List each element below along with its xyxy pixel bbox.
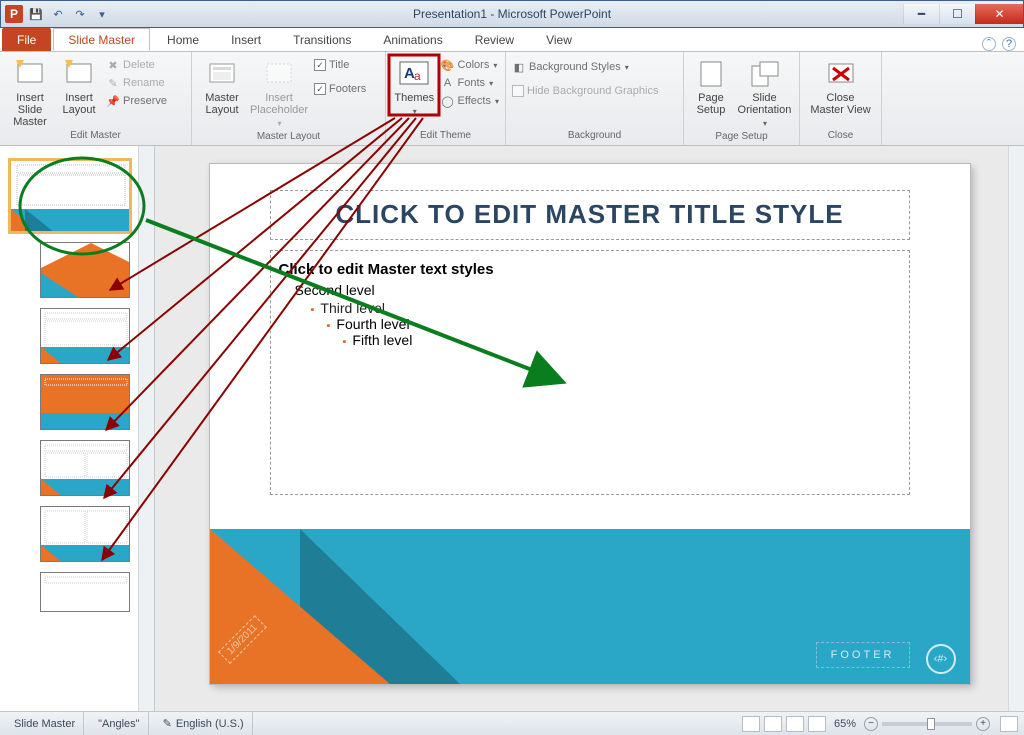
insert-layout-icon: [63, 58, 95, 90]
tab-review[interactable]: Review: [460, 28, 529, 51]
group-edit-master: Insert Slide Master Insert Layout ✖Delet…: [0, 52, 192, 145]
slide-theme-decoration: 1/9/2011 FOOTER ‹#›: [210, 529, 970, 684]
content-placeholder[interactable]: Click to edit Master text styles Second …: [270, 250, 910, 495]
colors-button[interactable]: 🎨Colors▾: [441, 56, 499, 74]
layout-thumbnail[interactable]: [40, 242, 130, 298]
page-setup-button[interactable]: Page Setup: [690, 54, 732, 116]
colors-icon: 🎨: [441, 58, 455, 72]
effects-icon: ◯: [441, 94, 455, 108]
fonts-button[interactable]: AFonts▾: [441, 74, 499, 92]
delete-icon: ✖: [106, 58, 120, 72]
insert-placeholder-icon: [263, 58, 295, 90]
tab-view[interactable]: View: [531, 28, 587, 51]
thumbnail-pane[interactable]: [0, 146, 155, 711]
zoom-in-button[interactable]: +: [976, 717, 990, 731]
title-placeholder[interactable]: CLICK TO EDIT MASTER TITLE STYLE: [270, 190, 910, 240]
insert-slide-master-icon: [14, 58, 46, 90]
zoom-out-button[interactable]: −: [864, 717, 878, 731]
slide-editor[interactable]: CLICK TO EDIT MASTER TITLE STYLE Click t…: [155, 146, 1024, 711]
master-layout-icon: [206, 58, 238, 90]
minimize-button[interactable]: ━: [903, 4, 939, 24]
qat-redo-icon[interactable]: ↷: [71, 6, 89, 22]
spellcheck-icon: ✎: [163, 717, 172, 730]
zoom-percent[interactable]: 65%: [834, 718, 856, 730]
footers-checkbox[interactable]: ✓Footers: [314, 80, 366, 98]
close-master-icon: [825, 58, 857, 90]
qat-customize-icon[interactable]: ▾: [93, 6, 111, 22]
reading-view-button[interactable]: [786, 716, 804, 732]
layout-thumbnail[interactable]: [40, 506, 130, 562]
hide-background-checkbox: Hide Background Graphics: [512, 82, 658, 100]
group-background: ◧Background Styles▾ Hide Background Grap…: [506, 52, 684, 145]
maximize-button[interactable]: ☐: [939, 4, 975, 24]
layout-thumbnail[interactable]: [40, 374, 130, 430]
status-bar: Slide Master "Angles" ✎English (U.S.) 65…: [0, 711, 1024, 735]
close-window-button[interactable]: ✕: [975, 4, 1023, 24]
slideshow-view-button[interactable]: [808, 716, 826, 732]
slide-canvas[interactable]: CLICK TO EDIT MASTER TITLE STYLE Click t…: [210, 164, 970, 684]
insert-slide-master-button[interactable]: Insert Slide Master: [6, 54, 54, 128]
view-switcher: 65% − +: [742, 716, 1018, 732]
close-master-view-button[interactable]: Close Master View: [806, 54, 875, 116]
slide-orientation-button[interactable]: Slide Orientation▾: [736, 54, 793, 130]
window-controls: ━ ☐ ✕: [903, 4, 1023, 24]
layout-thumbnail[interactable]: [40, 308, 130, 364]
status-theme: "Angles": [90, 712, 148, 735]
rename-icon: ✎: [106, 76, 120, 90]
rename-button: ✎Rename: [106, 74, 167, 92]
ribbon: Insert Slide Master Insert Layout ✖Delet…: [0, 52, 1024, 146]
effects-button[interactable]: ◯Effects▾: [441, 92, 499, 110]
ribbon-minimize-icon[interactable]: ˆ: [982, 37, 996, 51]
tab-animations[interactable]: Animations: [368, 28, 457, 51]
tab-transitions[interactable]: Transitions: [278, 28, 366, 51]
master-layout-button[interactable]: Master Layout: [198, 54, 246, 116]
background-styles-icon: ◧: [512, 60, 526, 74]
window-title: Presentation1 - Microsoft PowerPoint: [1, 7, 1023, 21]
quick-access-toolbar: P 💾 ↶ ↷ ▾: [1, 5, 111, 23]
sorter-view-button[interactable]: [764, 716, 782, 732]
qat-save-icon[interactable]: 💾: [27, 6, 45, 22]
normal-view-button[interactable]: [742, 716, 760, 732]
group-page-setup: Page Setup Slide Orientation▾ Page Setup: [684, 52, 800, 145]
insert-layout-button[interactable]: Insert Layout: [58, 54, 100, 116]
group-edit-theme: Aa Themes▾ 🎨Colors▾ AFonts▾ ◯Effects▾ Ed…: [386, 52, 506, 145]
zoom-slider[interactable]: − +: [864, 717, 990, 731]
workspace: CLICK TO EDIT MASTER TITLE STYLE Click t…: [0, 146, 1024, 711]
preserve-button[interactable]: 📌Preserve: [106, 92, 167, 110]
layout-thumbnail[interactable]: [40, 440, 130, 496]
delete-button: ✖Delete: [106, 56, 167, 74]
orientation-icon: [748, 58, 780, 90]
themes-icon: Aa: [398, 58, 430, 90]
title-checkbox[interactable]: ✓Title: [314, 56, 366, 74]
thumb-preview: [11, 161, 129, 231]
tab-home[interactable]: Home: [152, 28, 214, 51]
themes-button[interactable]: Aa Themes▾: [392, 54, 437, 118]
status-view: Slide Master: [6, 712, 84, 735]
slide-master-thumbnail[interactable]: [10, 160, 130, 232]
background-styles-button[interactable]: ◧Background Styles▾: [512, 58, 658, 76]
slide-number-placeholder[interactable]: ‹#›: [926, 644, 956, 674]
fit-to-window-button[interactable]: [1000, 716, 1018, 732]
tab-insert[interactable]: Insert: [216, 28, 276, 51]
help-icon[interactable]: ?: [1002, 37, 1016, 51]
page-setup-icon: [695, 58, 727, 90]
tab-slide-master[interactable]: Slide Master: [53, 28, 150, 51]
ribbon-tab-strip: File Slide Master Home Insert Transition…: [0, 28, 1024, 52]
tab-file[interactable]: File: [2, 28, 51, 51]
status-language[interactable]: ✎English (U.S.): [155, 712, 253, 735]
group-close: Close Master View Close: [800, 52, 882, 145]
svg-text:a: a: [414, 69, 421, 83]
app-icon[interactable]: P: [5, 5, 23, 23]
footer-placeholder[interactable]: FOOTER: [816, 642, 910, 668]
editor-scrollbar[interactable]: [1008, 146, 1024, 711]
fonts-icon: A: [441, 76, 455, 90]
qat-undo-icon[interactable]: ↶: [49, 6, 67, 22]
group-master-layout: Master Layout Insert Placeholder▾ ✓Title…: [192, 52, 386, 145]
layout-thumbnail[interactable]: [40, 572, 130, 612]
preserve-icon: 📌: [106, 94, 120, 108]
window-titlebar: P 💾 ↶ ↷ ▾ Presentation1 - Microsoft Powe…: [0, 0, 1024, 28]
insert-placeholder-button: Insert Placeholder▾: [250, 54, 308, 130]
thumbnail-scrollbar[interactable]: [138, 146, 154, 711]
